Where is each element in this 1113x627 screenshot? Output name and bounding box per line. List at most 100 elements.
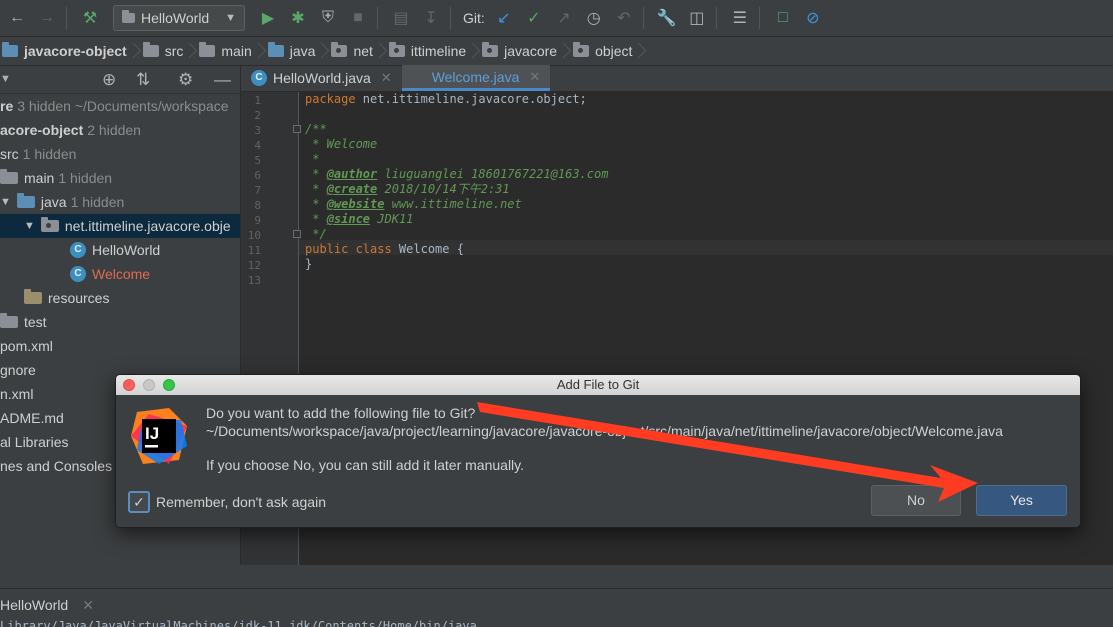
tree-item-pom[interactable]: pom.xml bbox=[0, 334, 240, 358]
breadcrumb-label: object bbox=[595, 43, 633, 59]
breadcrumb-item-object[interactable]: object bbox=[565, 37, 640, 66]
fold-marker-icon[interactable] bbox=[293, 230, 301, 238]
run-coverage-icon[interactable]: ⛨ bbox=[315, 5, 341, 31]
line-number: 9 bbox=[254, 214, 261, 227]
tree-item-src[interactable]: src 1 hidden bbox=[0, 142, 240, 166]
close-icon[interactable]: ✕ bbox=[381, 70, 392, 86]
settings-wrench-icon[interactable]: 🔧 bbox=[654, 5, 680, 31]
run-tab-helloworld[interactable]: HelloWorld ✕ bbox=[0, 597, 94, 614]
git-commit-check-icon[interactable]: ✓ bbox=[521, 5, 547, 31]
line-number: 3 bbox=[254, 124, 261, 137]
tree-item-hint: 1 hidden bbox=[22, 146, 77, 162]
git-compare-icon[interactable]: ↗ bbox=[551, 5, 577, 31]
breadcrumb-label: src bbox=[164, 43, 184, 59]
tree-item-main[interactable]: main 1 hidden bbox=[0, 166, 240, 190]
code-line-create: * @create 2018/10/14下午2:31 bbox=[305, 182, 510, 196]
tree-item-helloworld[interactable]: C HelloWorld bbox=[0, 238, 240, 262]
tree-item-label: nes and Consoles bbox=[0, 458, 113, 474]
tree-item-label: acore-object bbox=[0, 122, 84, 138]
tree-item-label: Welcome bbox=[92, 266, 151, 282]
toolbar-divider bbox=[758, 7, 760, 29]
activity-monitor-icon[interactable]: □ bbox=[770, 5, 796, 31]
no-button[interactable]: No bbox=[871, 485, 961, 516]
run-tool-window: HelloWorld ✕ Library/Java/JavaVirtualMac… bbox=[0, 588, 1113, 627]
hide-panel-icon[interactable]: — bbox=[214, 70, 231, 90]
run-tab-label: HelloWorld bbox=[0, 597, 69, 613]
breadcrumb-item-net[interactable]: net bbox=[323, 37, 380, 66]
tree-item-resources[interactable]: resources bbox=[0, 286, 240, 310]
expand-triangle-icon[interactable]: ▼ bbox=[24, 220, 35, 232]
close-window-icon[interactable] bbox=[123, 379, 135, 391]
scroll-from-source-icon[interactable]: ⊕ bbox=[102, 70, 116, 90]
toolbar-divider bbox=[642, 7, 644, 29]
source-folder-icon bbox=[267, 42, 284, 57]
breadcrumb-label: net bbox=[353, 43, 373, 59]
vcs-operations-icon[interactable]: ☰ bbox=[727, 5, 753, 31]
breadcrumb-item-main[interactable]: main bbox=[191, 37, 259, 66]
tree-item-label: al Libraries bbox=[0, 434, 69, 450]
folder-icon bbox=[0, 313, 18, 328]
tree-item-label: java bbox=[40, 194, 67, 210]
breadcrumb-item-java[interactable]: java bbox=[260, 37, 324, 66]
stop-icon[interactable]: ■ bbox=[345, 5, 371, 31]
gear-icon[interactable]: ⚙ bbox=[178, 70, 193, 90]
remember-checkbox[interactable]: ✓ bbox=[128, 491, 150, 513]
tree-item-root[interactable]: re 3 hidden ~/Documents/workspace bbox=[0, 94, 240, 118]
tree-item-label: main bbox=[24, 170, 55, 186]
breadcrumb-item-src[interactable]: src bbox=[135, 37, 192, 66]
close-icon[interactable]: ✕ bbox=[529, 69, 540, 85]
svg-text:IJ: IJ bbox=[145, 424, 159, 443]
zoom-window-icon[interactable] bbox=[163, 379, 175, 391]
history-clock-icon[interactable]: ◷ bbox=[581, 5, 607, 31]
push-icon[interactable]: ↧ bbox=[418, 5, 444, 31]
tree-item-label: HelloWorld bbox=[92, 242, 161, 258]
debug-bug-icon[interactable]: ✱ bbox=[285, 5, 311, 31]
tree-item-welcome[interactable]: C Welcome bbox=[0, 262, 240, 286]
git-update-icon[interactable]: ↙ bbox=[491, 5, 517, 31]
build-hammer-icon[interactable]: ⚒ bbox=[77, 5, 103, 31]
update-project-icon[interactable]: ▤ bbox=[388, 5, 414, 31]
collapse-all-icon[interactable]: ⇅ bbox=[136, 70, 150, 90]
package-icon bbox=[573, 42, 590, 57]
line-number: 2 bbox=[254, 109, 261, 122]
run-configuration-select[interactable]: HelloWorld ▼ bbox=[113, 5, 245, 31]
yes-button[interactable]: Yes bbox=[976, 485, 1067, 516]
tree-item-hint: 3 hidden ~/Documents/workspace bbox=[17, 98, 229, 114]
revert-icon[interactable]: ↶ bbox=[611, 5, 637, 31]
comment-token: /** bbox=[305, 122, 327, 136]
folder-icon bbox=[142, 42, 159, 57]
folder-icon bbox=[199, 42, 216, 57]
breadcrumb-item-javacore[interactable]: javacore bbox=[474, 37, 565, 66]
breadcrumb-item-ittimeline[interactable]: ittimeline bbox=[381, 37, 474, 66]
breadcrumb-item-javacore-object[interactable]: javacore-object bbox=[0, 37, 135, 66]
tree-item-label: n.xml bbox=[0, 386, 34, 402]
fold-marker-icon[interactable] bbox=[293, 125, 301, 133]
remember-checkbox-label[interactable]: Remember, don't ask again bbox=[156, 494, 326, 510]
line-number: 4 bbox=[254, 139, 261, 152]
package-icon bbox=[482, 42, 499, 57]
folder-icon bbox=[0, 169, 18, 184]
tab-helloworld[interactable]: C HelloWorld.java ✕ bbox=[241, 65, 402, 91]
tree-item-java[interactable]: ▼ java 1 hidden bbox=[0, 190, 240, 214]
view-dropdown-icon[interactable]: ▼ bbox=[0, 73, 11, 85]
javadoc-tag-token: @create bbox=[326, 182, 378, 196]
tab-label: Welcome.java bbox=[431, 68, 520, 85]
comment-token: JDK11 bbox=[370, 212, 414, 226]
breadcrumb-label: ittimeline bbox=[410, 43, 467, 59]
close-icon[interactable]: ✕ bbox=[82, 597, 94, 614]
run-play-icon[interactable]: ▶ bbox=[255, 5, 281, 31]
code-line-since: * @since JDK11 bbox=[305, 212, 414, 226]
tree-item-module[interactable]: acore-object 2 hidden bbox=[0, 118, 240, 142]
resources-folder-icon bbox=[24, 289, 42, 304]
tab-welcome[interactable]: Welcome.java ✕ bbox=[401, 65, 551, 91]
breadcrumb-label: javacore bbox=[504, 43, 558, 59]
expand-triangle-icon[interactable]: ▼ bbox=[0, 196, 11, 208]
project-structure-icon[interactable]: ◫ bbox=[684, 5, 710, 31]
forward-arrow-icon[interactable]: → bbox=[34, 5, 60, 31]
tree-item-package[interactable]: ▼ net.ittimeline.javacore.obje bbox=[0, 214, 240, 238]
tree-item-label: net.ittimeline.javacore.obje bbox=[64, 218, 231, 234]
tree-item-test[interactable]: test bbox=[0, 310, 240, 334]
back-arrow-icon[interactable]: ← bbox=[4, 5, 30, 31]
no-entry-icon[interactable]: ⊘ bbox=[800, 5, 826, 31]
git-label: Git: bbox=[463, 10, 485, 26]
